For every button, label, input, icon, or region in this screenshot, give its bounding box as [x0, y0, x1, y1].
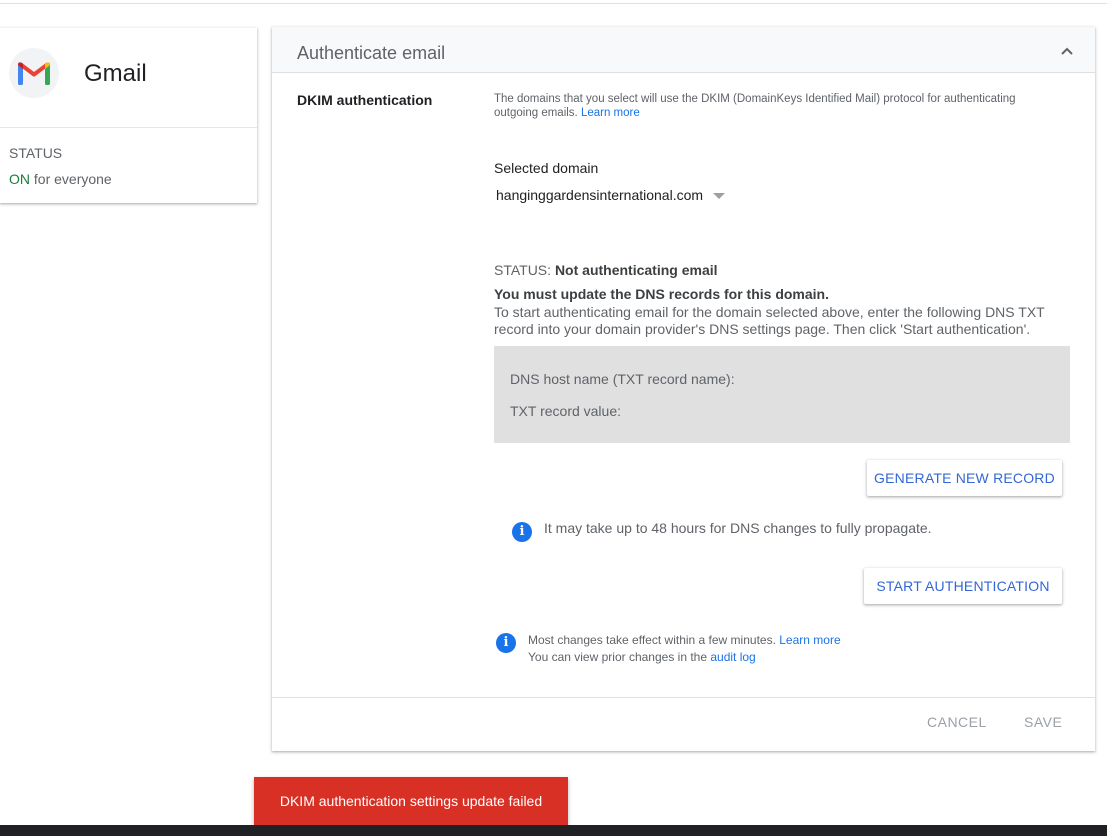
status-on-text: ON [9, 171, 30, 187]
app-header: Gmail [0, 28, 257, 128]
save-button[interactable]: SAVE [1024, 714, 1062, 730]
status-scope-text: for everyone [30, 171, 112, 187]
top-divider [0, 0, 1107, 4]
dkim-status: STATUS: Not authenticating email [494, 262, 718, 278]
learn-more-link[interactable]: Learn more [779, 633, 840, 647]
dns-record-box: DNS host name (TXT record name): TXT rec… [494, 346, 1070, 443]
bottom-bar [0, 825, 1107, 836]
changes-info: Most changes take effect within a few mi… [528, 632, 1028, 666]
txt-record-value-label: TXT record value: [510, 403, 622, 419]
dkim-section-label: DKIM authentication [297, 92, 433, 108]
status-label: STATUS [9, 145, 63, 161]
dns-warning-title: You must update the DNS records for this… [494, 286, 829, 302]
audit-log-link[interactable]: audit log [710, 650, 755, 664]
domain-select-value: hanginggardensinternational.com [496, 187, 704, 203]
gmail-logo-icon [9, 48, 59, 98]
card-header[interactable]: Authenticate email [272, 27, 1095, 73]
audit-info-line: You can view prior changes in the audit … [528, 649, 1028, 666]
card-footer: CANCEL SAVE [272, 697, 1095, 751]
chevron-up-icon [1061, 47, 1073, 55]
generate-new-record-button[interactable]: GENERATE NEW RECORD [867, 460, 1062, 496]
info-icon: i [496, 633, 516, 653]
propagation-info-text: It may take up to 48 hours for DNS chang… [544, 520, 932, 536]
error-toast: DKIM authentication settings update fail… [254, 777, 568, 825]
app-name: Gmail [84, 60, 147, 87]
learn-more-link[interactable]: Learn more [581, 107, 640, 119]
dropdown-arrow-icon [713, 193, 726, 199]
selected-domain-label: Selected domain [494, 160, 599, 176]
cancel-button[interactable]: CANCEL [927, 714, 987, 730]
info-icon: i [512, 522, 532, 542]
domain-select[interactable]: hanginggardensinternational.com [496, 184, 736, 206]
changes-text: Most changes take effect within a few mi… [528, 633, 780, 647]
app-summary-card: Gmail STATUS ON for everyone [0, 28, 257, 203]
audit-text: You can view prior changes in the [528, 650, 711, 664]
status-prefix: STATUS: [494, 262, 555, 278]
card-title: Authenticate email [297, 43, 446, 63]
dkim-description: The domains that you select will use the… [494, 92, 1054, 120]
service-status: ON for everyone [9, 171, 112, 187]
dns-host-name-label: DNS host name (TXT record name): [510, 371, 735, 387]
collapse-button[interactable] [1057, 41, 1077, 61]
status-value: Not authenticating email [554, 262, 718, 278]
authenticate-email-card: Authenticate email DKIM authentication T… [272, 27, 1095, 751]
start-authentication-button[interactable]: START AUTHENTICATION [864, 568, 1062, 604]
dns-warning-body: To start authenticating email for the do… [494, 304, 1045, 337]
description-text: The domains that you select will use the… [494, 93, 1016, 119]
changes-info-line: Most changes take effect within a few mi… [528, 632, 1028, 649]
